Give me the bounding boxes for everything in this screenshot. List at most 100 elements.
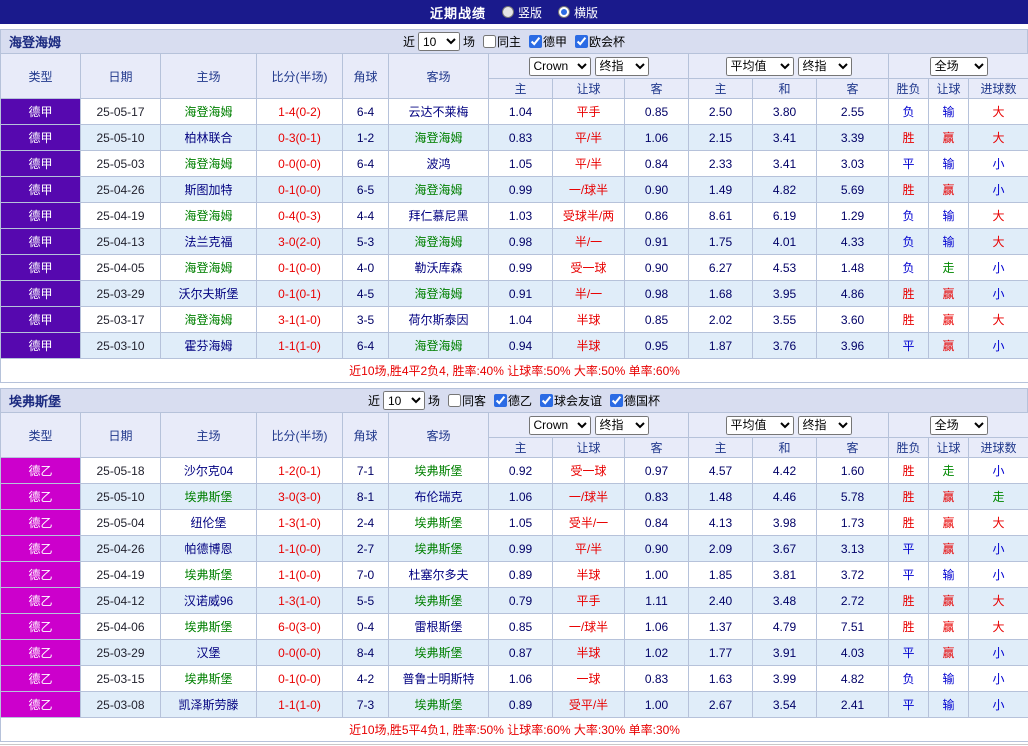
- asian-stage-select[interactable]: 终指: [595, 57, 649, 76]
- home-team-cell[interactable]: 汉诺威96: [161, 588, 257, 614]
- date-cell: 25-05-03: [81, 151, 161, 177]
- recent-count-select[interactable]: 10: [418, 32, 460, 51]
- summary-row: 近10场,胜5平4负1, 胜率:50% 让球率:60% 大率:30% 单率:30…: [1, 718, 1028, 742]
- filter-option[interactable]: 德甲: [529, 33, 567, 50]
- away-team-cell[interactable]: 布伦瑞克: [389, 484, 489, 510]
- home-team-cell[interactable]: 沙尔克04: [161, 458, 257, 484]
- filter-checkbox[interactable]: [529, 35, 542, 48]
- filter-checkbox[interactable]: [448, 394, 461, 407]
- home-team-cell[interactable]: 海登海姆: [161, 307, 257, 333]
- home-team-cell[interactable]: 纽伦堡: [161, 510, 257, 536]
- handicap-cell: 平/半: [553, 536, 625, 562]
- away-team-cell[interactable]: 荷尔斯泰因: [389, 307, 489, 333]
- away-team-cell[interactable]: 埃弗斯堡: [389, 458, 489, 484]
- home-team-cell[interactable]: 凯泽斯劳滕: [161, 692, 257, 718]
- away-team-cell[interactable]: 云达不莱梅: [389, 99, 489, 125]
- away-team-cell[interactable]: 海登海姆: [389, 333, 489, 359]
- layout-radio-horizontal[interactable]: 横版: [558, 4, 598, 21]
- away-team-cell[interactable]: 杜塞尔多夫: [389, 562, 489, 588]
- away-team-cell[interactable]: 普鲁士明斯特: [389, 666, 489, 692]
- filter-option[interactable]: 欧会杯: [575, 33, 625, 50]
- filter-option[interactable]: 德国杯: [610, 392, 660, 409]
- euro-source-select[interactable]: 平均值: [726, 57, 794, 76]
- home-team-cell[interactable]: 柏林联合: [161, 125, 257, 151]
- home-team-cell[interactable]: 斯图加特: [161, 177, 257, 203]
- euro-stage-select[interactable]: 终指: [798, 416, 852, 435]
- home-team-cell[interactable]: 海登海姆: [161, 255, 257, 281]
- bookmaker-select[interactable]: Crown: [529, 57, 591, 76]
- away-team-cell[interactable]: 埃弗斯堡: [389, 640, 489, 666]
- score-cell: 1-1(0-0): [257, 562, 343, 588]
- euro-away-odds: 3.13: [817, 536, 889, 562]
- result-handicap-cell: 赢: [929, 307, 969, 333]
- home-team-cell[interactable]: 帕德博恩: [161, 536, 257, 562]
- sub-header: 让球: [929, 438, 969, 458]
- asian-home-odds: 1.05: [489, 510, 553, 536]
- score-cell: 0-0(0-0): [257, 151, 343, 177]
- euro-home-odds: 1.77: [689, 640, 753, 666]
- filter-checkbox[interactable]: [540, 394, 553, 407]
- corner-cell: 2-4: [343, 510, 389, 536]
- away-team-cell[interactable]: 海登海姆: [389, 229, 489, 255]
- away-team-cell[interactable]: 埃弗斯堡: [389, 536, 489, 562]
- away-team-cell[interactable]: 拜仁慕尼黑: [389, 203, 489, 229]
- asian-stage-select[interactable]: 终指: [595, 416, 649, 435]
- games-label: 场: [428, 392, 440, 409]
- euro-draw-odds: 4.42: [753, 458, 817, 484]
- radio-icon: [502, 6, 514, 18]
- league-cell: 德乙: [1, 640, 81, 666]
- euro-draw-odds: 3.80: [753, 99, 817, 125]
- result-wdl-cell: 胜: [889, 510, 929, 536]
- corner-cell: 4-0: [343, 255, 389, 281]
- home-team-cell[interactable]: 埃弗斯堡: [161, 666, 257, 692]
- result-wdl-cell: 平: [889, 151, 929, 177]
- filter-option[interactable]: 德乙: [494, 392, 532, 409]
- result-handicap-cell: 输: [929, 666, 969, 692]
- away-team-cell[interactable]: 勒沃库森: [389, 255, 489, 281]
- handicap-cell: 半/一: [553, 281, 625, 307]
- home-team-cell[interactable]: 埃弗斯堡: [161, 614, 257, 640]
- euro-draw-odds: 3.95: [753, 281, 817, 307]
- filter-checkbox[interactable]: [483, 35, 496, 48]
- result-wdl-cell: 负: [889, 203, 929, 229]
- filter-option[interactable]: 同主: [483, 33, 521, 50]
- home-team-cell[interactable]: 海登海姆: [161, 203, 257, 229]
- away-team-cell[interactable]: 海登海姆: [389, 281, 489, 307]
- recent-count-select[interactable]: 10: [383, 391, 425, 410]
- league-cell: 德乙: [1, 666, 81, 692]
- euro-source-select[interactable]: 平均值: [726, 416, 794, 435]
- filter-option[interactable]: 同客: [448, 392, 486, 409]
- away-team-cell[interactable]: 埃弗斯堡: [389, 692, 489, 718]
- date-cell: 25-04-06: [81, 614, 161, 640]
- away-team-cell[interactable]: 埃弗斯堡: [389, 510, 489, 536]
- filter-checkbox[interactable]: [575, 35, 588, 48]
- away-team-cell[interactable]: 海登海姆: [389, 125, 489, 151]
- layout-radio-vertical[interactable]: 竖版: [502, 4, 542, 21]
- filter-checkbox[interactable]: [610, 394, 623, 407]
- euro-stage-select[interactable]: 终指: [798, 57, 852, 76]
- filter-checkbox[interactable]: [494, 394, 507, 407]
- filter-option[interactable]: 球会友谊: [540, 392, 602, 409]
- radio-label: 竖版: [518, 4, 542, 21]
- table-body: 德乙25-05-18沙尔克041-2(0-1)7-1埃弗斯堡0.92受一球0.9…: [1, 458, 1028, 718]
- away-team-cell[interactable]: 埃弗斯堡: [389, 588, 489, 614]
- home-team-cell[interactable]: 沃尔夫斯堡: [161, 281, 257, 307]
- asian-home-odds: 0.89: [489, 562, 553, 588]
- away-team-cell[interactable]: 波鸿: [389, 151, 489, 177]
- home-team-cell[interactable]: 海登海姆: [161, 151, 257, 177]
- league-cell: 德甲: [1, 333, 81, 359]
- scope-select[interactable]: 全场: [930, 416, 988, 435]
- league-cell: 德甲: [1, 125, 81, 151]
- home-team-cell[interactable]: 埃弗斯堡: [161, 484, 257, 510]
- away-team-cell[interactable]: 雷根斯堡: [389, 614, 489, 640]
- home-team-cell[interactable]: 海登海姆: [161, 99, 257, 125]
- home-team-cell[interactable]: 汉堡: [161, 640, 257, 666]
- bookmaker-select[interactable]: Crown: [529, 416, 591, 435]
- scope-select[interactable]: 全场: [930, 57, 988, 76]
- home-team-cell[interactable]: 埃弗斯堡: [161, 562, 257, 588]
- away-team-cell[interactable]: 海登海姆: [389, 177, 489, 203]
- home-team-cell[interactable]: 霍芬海姆: [161, 333, 257, 359]
- result-goals-cell: 大: [969, 229, 1028, 255]
- home-team-cell[interactable]: 法兰克福: [161, 229, 257, 255]
- date-cell: 25-05-10: [81, 125, 161, 151]
